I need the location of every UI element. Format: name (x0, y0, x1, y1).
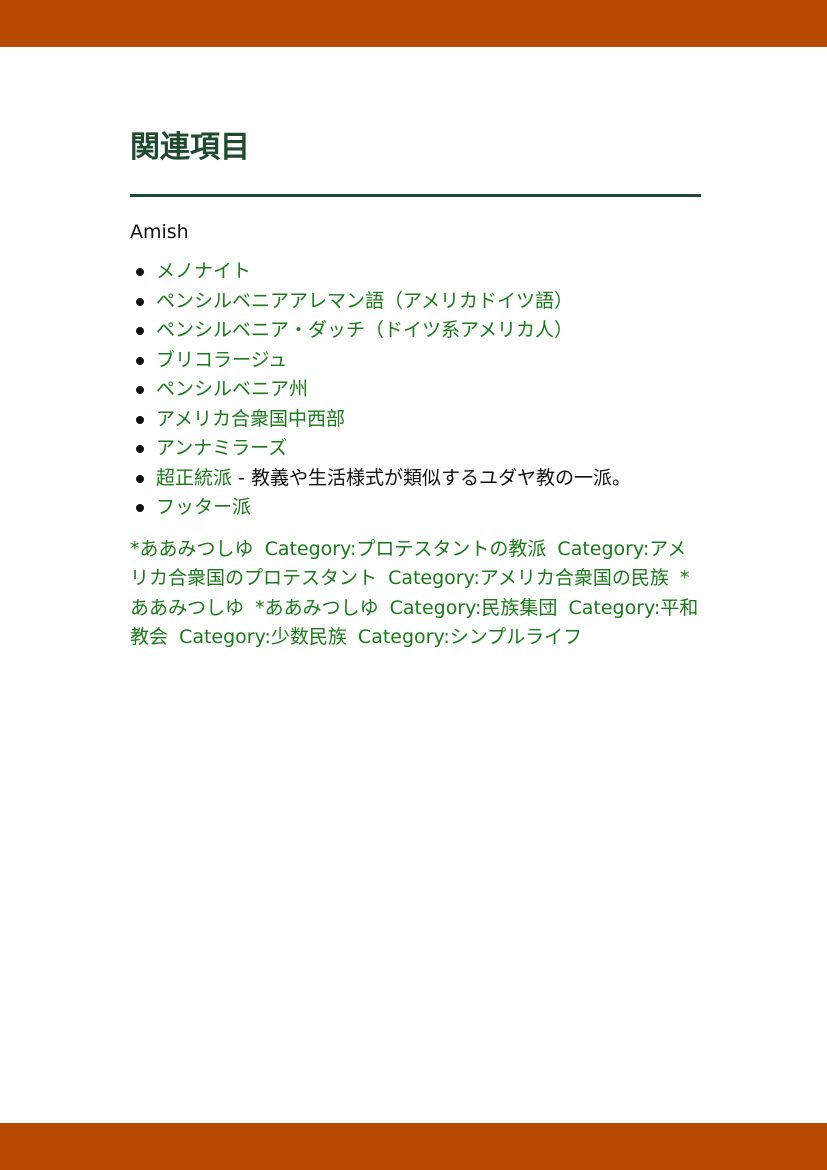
related-link[interactable]: メノナイト (156, 260, 251, 282)
related-link[interactable]: アンナミラーズ (156, 437, 287, 459)
related-items-list: メノナイト ペンシルベニアアレマン語（アメリカドイツ語） ペンシルベニア・ダッチ… (130, 257, 701, 523)
list-item: ブリコラージュ (136, 346, 701, 376)
category-link[interactable]: Category:民族集団 (390, 597, 558, 619)
category-link[interactable]: Category:プロテスタントの教派 (265, 538, 547, 560)
footer-bar (0, 1123, 827, 1170)
list-item: ペンシルベニア州 (136, 375, 701, 405)
document-body: 関連項目 Amish メノナイト ペンシルベニアアレマン語（アメリカドイツ語） … (130, 124, 701, 653)
related-link[interactable]: フッター派 (156, 496, 251, 518)
category-link[interactable]: Category:シンプルライフ (358, 626, 582, 648)
category-link[interactable]: *ああみつしゆ (130, 538, 254, 560)
list-item: メノナイト (136, 257, 701, 287)
category-links: *ああみつしゆ Category:プロテスタントの教派 Category:アメリ… (130, 535, 701, 653)
intro-text: Amish (130, 221, 189, 243)
list-item: フッター派 (136, 493, 701, 523)
category-link[interactable]: Category:アメリカ合衆国の民族 (388, 567, 669, 589)
list-item: 超正統派 - 教義や生活様式が類似するユダヤ教の一派。 (136, 464, 701, 494)
list-item: アンナミラーズ (136, 434, 701, 464)
related-link[interactable]: ペンシルベニアアレマン語（アメリカドイツ語） (156, 290, 573, 312)
list-item: ペンシルベニアアレマン語（アメリカドイツ語） (136, 287, 701, 317)
related-link[interactable]: ペンシルベニア州 (156, 378, 308, 400)
list-item: ペンシルベニア・ダッチ（ドイツ系アメリカ人） (136, 316, 701, 346)
related-link[interactable]: アメリカ合衆国中西部 (156, 408, 345, 430)
related-link[interactable]: ブリコラージュ (156, 349, 287, 371)
header-bar (0, 0, 827, 47)
category-link[interactable]: *ああみつしゆ (255, 597, 379, 619)
item-description: - 教義や生活様式が類似するユダヤ教の一派。 (232, 466, 631, 489)
category-link[interactable]: Category:少数民族 (179, 626, 347, 648)
list-item: アメリカ合衆国中西部 (136, 405, 701, 435)
related-link[interactable]: ペンシルベニア・ダッチ（ドイツ系アメリカ人） (156, 319, 573, 341)
section-heading: 関連項目 (130, 124, 701, 197)
related-link[interactable]: 超正統派 (156, 467, 232, 489)
